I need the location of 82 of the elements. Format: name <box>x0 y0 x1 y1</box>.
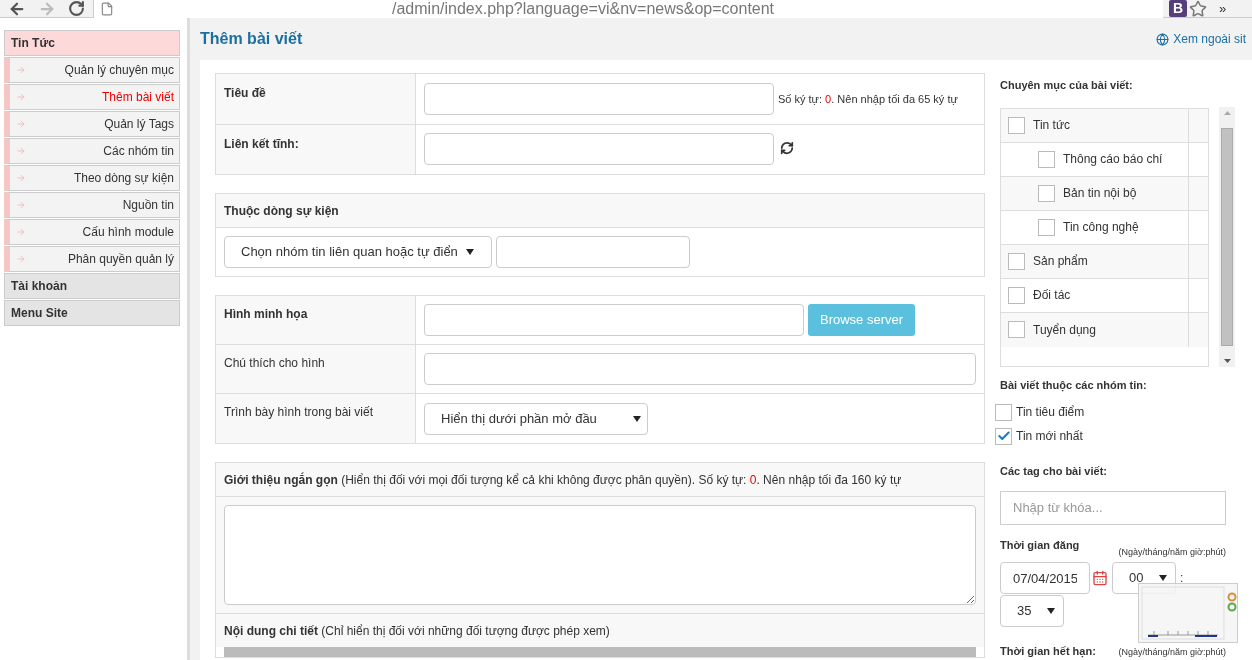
category-option[interactable]: Thông cáo báo chí <box>1001 142 1189 176</box>
sidebar-section[interactable]: Tin Tức <box>4 30 180 56</box>
character-counter: Số ký tự: 0. Nên nhập tối đa 65 ký tự <box>778 91 958 107</box>
address-bar[interactable]: /admin/index.php?language=vi&nv=news&op=content <box>93 0 1163 18</box>
image-input[interactable] <box>424 304 804 336</box>
format-hint: (Ngày/tháng/năm giờ:phút) <box>1118 545 1226 559</box>
panel-heading: Thuộc dòng sự kiện <box>224 202 339 220</box>
checkbox[interactable] <box>1008 252 1025 270</box>
url-text: /admin/index.php?language=vi&nv=news&op=content <box>392 0 775 17</box>
calendar-icon[interactable] <box>1092 570 1108 586</box>
arrow-icon <box>16 173 26 183</box>
checkbox[interactable] <box>1008 116 1025 134</box>
sidebar-item[interactable]: Phân quyền quản lý <box>4 246 180 272</box>
arrow-icon <box>16 65 26 75</box>
refresh-icon[interactable] <box>780 141 794 155</box>
time-separator: : <box>1180 570 1184 587</box>
globe-icon <box>1156 32 1170 46</box>
caret-icon <box>465 249 474 255</box>
extension-button[interactable]: B <box>1169 0 1187 17</box>
scrollbar[interactable] <box>1219 106 1235 367</box>
forward-icon[interactable] <box>38 0 56 18</box>
scroll-down-icon[interactable] <box>1223 358 1231 363</box>
arrow-icon <box>16 227 26 237</box>
field-label: Tiêu đề <box>224 86 266 100</box>
back-icon[interactable] <box>8 0 26 18</box>
checkbox[interactable] <box>1008 286 1025 304</box>
page-title: Thêm bài viết <box>200 29 303 49</box>
group-option[interactable]: Tin tiêu điểm <box>995 403 1243 421</box>
event-select[interactable]: Chọn nhóm tin liên quan hoặc tự điển <box>224 236 492 268</box>
checkbox[interactable] <box>1038 184 1055 202</box>
section-heading: Chuyên mục của bài viết: <box>1000 78 1134 94</box>
checkbox[interactable] <box>995 403 1012 421</box>
arrow-icon <box>16 92 26 102</box>
arrow-icon <box>16 200 26 210</box>
format-hint: (Ngày/tháng/năm giờ:phút) <box>1118 646 1226 659</box>
checkbox[interactable] <box>1008 321 1025 338</box>
field-label: Chú thích cho hình <box>224 356 325 370</box>
caret-icon <box>1159 575 1167 581</box>
event-input[interactable] <box>496 236 690 268</box>
section-heading: Thời gian hết hạn: <box>1000 644 1096 660</box>
image-position-select[interactable]: Hiển thị dưới phần mở đầu <box>424 402 648 435</box>
sidebar-item[interactable]: Quản lý chuyên mục <box>4 57 180 83</box>
checkbox[interactable] <box>995 427 1012 445</box>
sidebar-item[interactable]: Theo dòng sự kiện <box>4 165 180 191</box>
minute-select[interactable]: 35 <box>1000 595 1064 627</box>
category-option[interactable]: Tin công nghệ <box>1001 210 1189 244</box>
sidebar-item[interactable]: Quản lý Tags <box>4 111 180 137</box>
title-input[interactable] <box>424 83 774 115</box>
tag-input[interactable]: Nhập từ khóa... <box>1000 490 1226 525</box>
arrow-icon <box>16 119 26 129</box>
sidebar-section[interactable]: Menu Site <box>4 300 180 326</box>
link-input[interactable] <box>424 133 774 165</box>
checkbox[interactable] <box>1038 218 1055 236</box>
panel-heading: Giới thiệu ngắn gọn (Hiển thị đối với mọi đối tượng kể cả khi không được phân quyền). Số ký tự: 0. Nên nhập tối đa 160 ký tự <box>224 471 902 489</box>
arrow-icon <box>16 254 26 264</box>
caret-icon <box>633 415 641 422</box>
sidebar-item[interactable]: Nguồn tin <box>4 192 180 218</box>
sidebar-section[interactable]: Tài khoản <box>4 273 180 299</box>
view-site-link[interactable]: Xem ngoài sit <box>1156 30 1246 48</box>
page-icon <box>100 1 114 16</box>
section-heading: Các tag cho bài viết: <box>1000 464 1108 479</box>
field-label: Hình minh họa <box>224 307 308 321</box>
section-heading: Bài viết thuộc các nhóm tin: <box>1000 377 1148 393</box>
sidebar-item[interactable]: Thêm bài viết <box>4 84 180 110</box>
field-label: Trình bày hình trong bài viết <box>224 405 373 419</box>
field-label: Liên kết tĩnh: <box>224 137 299 151</box>
intro-textarea[interactable] <box>224 505 976 605</box>
checkbox[interactable] <box>1038 150 1055 168</box>
scroll-up-icon[interactable] <box>1223 110 1231 115</box>
date-input[interactable]: 07/04/2015 <box>1000 562 1090 594</box>
overflow-button[interactable]: » <box>1219 0 1227 19</box>
category-option[interactable]: Đối tác <box>1001 278 1189 312</box>
group-option[interactable]: Tin mới nhất <box>995 427 1243 445</box>
arrow-icon <box>16 146 26 156</box>
bookmark-star-icon[interactable] <box>1189 0 1207 18</box>
panel-heading: Nội dung chi tiết (Chỉ hiển thị đối với những đối tượng được phép xem) <box>224 622 610 640</box>
caption-input[interactable] <box>424 353 976 385</box>
sidebar-item[interactable]: Các nhóm tin <box>4 138 180 164</box>
reload-icon[interactable] <box>68 0 85 17</box>
caret-icon <box>1047 608 1055 614</box>
sidebar-item[interactable]: Cấu hình module <box>4 219 180 245</box>
section-heading: Thời gian đăng <box>1000 537 1080 553</box>
